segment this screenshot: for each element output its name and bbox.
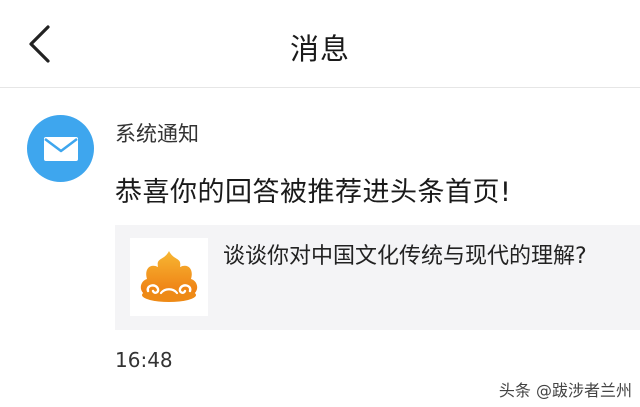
message-timestamp: 16:48 [115, 348, 173, 372]
question-card[interactable]: 谈谈你对中国文化传统与现代的理解? [115, 225, 640, 330]
card-thumbnail [130, 238, 208, 316]
flame-logo-icon [140, 251, 198, 302]
card-title: 谈谈你对中国文化传统与现代的理解? [223, 244, 587, 269]
mail-icon [43, 136, 78, 161]
message-text: 恭喜你的回答被推荐进头条首页! [115, 177, 512, 208]
watermark: 头条 @跋涉者兰州 [498, 381, 632, 400]
sender-name: 系统通知 [115, 122, 199, 146]
page-title: 消息 [289, 32, 350, 66]
avatar[interactable] [27, 115, 94, 182]
nav-bar: 消息 [0, 0, 640, 88]
